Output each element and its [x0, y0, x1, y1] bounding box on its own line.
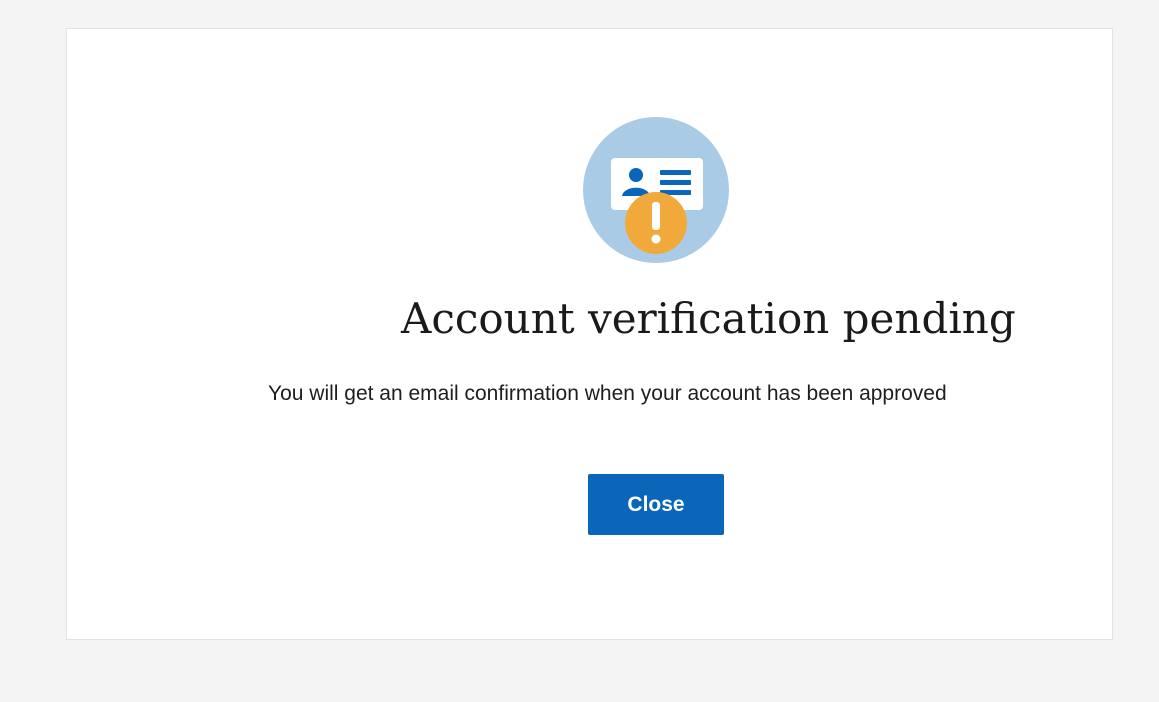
verification-dialog: Account verification pending You will ge… [66, 28, 1113, 640]
dialog-message: You will get an email confirmation when … [268, 382, 947, 405]
close-button[interactable]: Close [588, 474, 724, 535]
page-background: Account verification pending You will ge… [0, 0, 1159, 702]
id-card-warning-icon [583, 117, 729, 263]
dialog-title: Account verification pending [401, 294, 1016, 343]
